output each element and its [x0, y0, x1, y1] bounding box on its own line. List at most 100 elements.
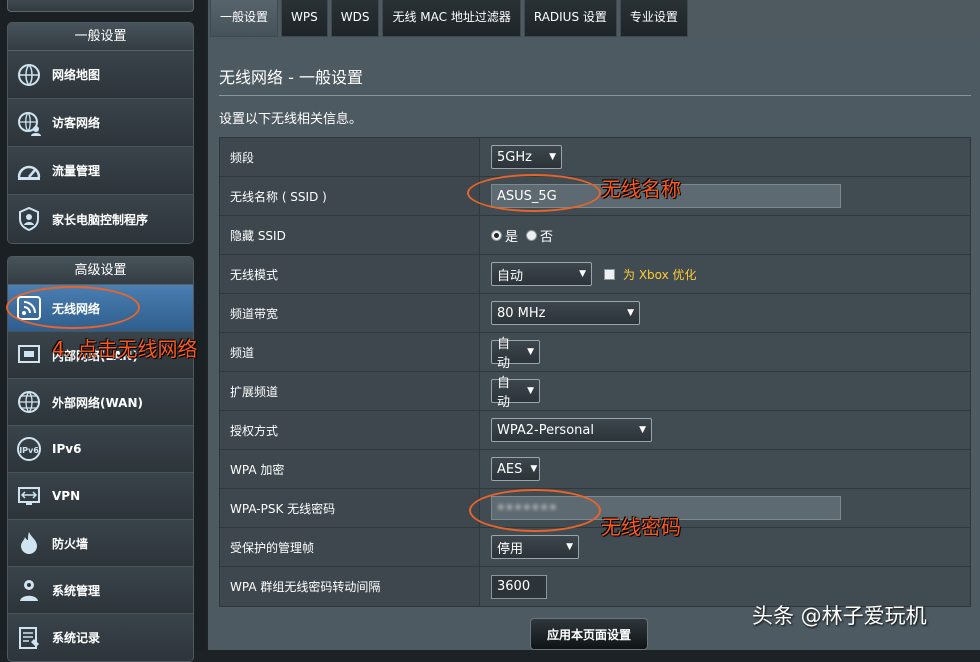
sidebar-item-firewall[interactable]: 防火墙	[8, 520, 193, 567]
firewall-icon	[16, 530, 42, 556]
sidebar-item-label: 家长电脑控制程序	[52, 212, 149, 227]
xbox-optimize-label: 为 Xbox 优化	[623, 267, 697, 282]
ext-channel-label: 扩展频道	[220, 372, 480, 410]
sidebar-item-ipv6[interactable]: IPv6 IPv6	[8, 426, 193, 473]
chevron-down-icon: ▼	[549, 152, 556, 162]
ssid-label: 无线名称 ( SSID )	[220, 177, 480, 215]
psk-label: WPA-PSK 无线密码	[220, 489, 480, 527]
main-panel: 一般设置 WPS WDS 无线 MAC 地址过滤器 RADIUS 设置 专业设置…	[208, 0, 980, 650]
sidebar-item-system-admin[interactable]: 系统管理	[8, 567, 193, 614]
sidebar-item-parental-control[interactable]: 家长电脑控制程序	[8, 195, 193, 243]
chevron-down-icon: ▼	[527, 347, 534, 357]
pmf-select[interactable]: 停用 ▼	[491, 535, 579, 559]
password-annotation: 无线密码	[601, 515, 681, 539]
ext-channel-value: 自动	[497, 376, 511, 410]
rekey-interval-input[interactable]: 3600	[491, 574, 547, 599]
bandwidth-label: 频道带宽	[220, 294, 480, 332]
table-row: 无线模式 自动 ▼ 为 Xbox 优化	[220, 255, 970, 294]
password-highlight-ellipse	[469, 489, 601, 532]
band-select[interactable]: 5GHz ▼	[491, 145, 562, 169]
wpa-encryption-value: AES	[497, 461, 523, 477]
vpn-icon	[16, 483, 42, 509]
table-row: WPA 加密 AES ▼	[220, 450, 970, 489]
chevron-down-icon: ▼	[639, 425, 646, 435]
tab-professional[interactable]: 专业设置	[619, 0, 688, 37]
chevron-down-icon: ▼	[527, 386, 534, 396]
tab-mac-filter[interactable]: 无线 MAC 地址过滤器	[382, 0, 521, 37]
svg-text:IPv6: IPv6	[19, 446, 39, 455]
content-area: 无线网络 - 一般设置 设置以下无线相关信息。 频段 5GHz ▼ 无线名称 ( …	[210, 37, 980, 650]
step-annotation: 4. 点击无线网络	[52, 337, 198, 361]
sidebar-item-system-log[interactable]: 系统记录	[8, 614, 193, 661]
lan-icon	[16, 342, 42, 368]
ssid-highlight-ellipse	[467, 174, 601, 212]
sidebar-item-label: 外部网络(WAN)	[52, 395, 143, 410]
sidebar-item-label: 网络地图	[52, 68, 101, 82]
sidebar-item-label: 访客网络	[52, 116, 101, 130]
sidebar-item-label: VPN	[52, 489, 81, 503]
radio-label: 否	[540, 229, 554, 245]
system-admin-icon	[16, 577, 42, 603]
tab-radius[interactable]: RADIUS 设置	[523, 0, 617, 37]
sidebar-item-wan[interactable]: 外部网络(WAN)	[8, 379, 193, 426]
wireless-mode-select[interactable]: 自动 ▼	[491, 262, 592, 286]
chevron-down-icon: ▼	[566, 542, 573, 552]
wpa-encryption-label: WPA 加密	[220, 450, 480, 488]
sidebar-top-tab[interactable]	[7, 0, 194, 12]
table-row: 扩展频道 自动 ▼	[220, 372, 970, 411]
radio-unchecked-icon	[526, 229, 538, 241]
wan-globe-icon	[16, 389, 42, 415]
hide-ssid-no-radio[interactable]: 否	[526, 226, 553, 245]
sidebar-item-vpn[interactable]: VPN	[8, 473, 193, 520]
wireless-mode-value: 自动	[497, 268, 524, 284]
system-log-icon	[16, 625, 42, 651]
tab-wds[interactable]: WDS	[330, 0, 380, 37]
table-row: 隐藏 SSID 是 否	[220, 216, 970, 255]
wireless-mode-label: 无线模式	[220, 255, 480, 293]
channel-value: 自动	[497, 337, 511, 371]
sidebar-item-label: IPv6	[52, 442, 82, 456]
sidebar-item-traffic-manager[interactable]: 流量管理	[8, 147, 193, 195]
general-settings-title: 一般设置	[8, 23, 193, 51]
advanced-settings-title: 高级设置	[8, 257, 193, 285]
xbox-optimize-checkbox[interactable]	[604, 268, 615, 280]
chevron-down-icon: ▼	[579, 269, 586, 279]
tab-wps[interactable]: WPS	[281, 0, 328, 37]
sidebar-item-label: 防火墙	[52, 536, 89, 551]
auth-method-label: 授权方式	[220, 411, 480, 449]
pmf-value: 停用	[497, 541, 524, 557]
tab-bar: 一般设置 WPS WDS 无线 MAC 地址过滤器 RADIUS 设置 专业设置	[210, 0, 691, 37]
table-row: 频段 5GHz ▼	[220, 138, 970, 177]
chevron-down-icon: ▼	[627, 308, 634, 318]
network-map-icon	[16, 62, 42, 88]
hide-ssid-label: 隐藏 SSID	[220, 216, 480, 254]
channel-select[interactable]: 自动 ▼	[491, 337, 540, 371]
wireless-highlight-ellipse	[6, 286, 140, 329]
apply-button[interactable]: 应用本页面设置	[530, 618, 648, 650]
ipv6-icon: IPv6	[16, 436, 42, 462]
radio-checked-icon	[491, 229, 502, 241]
ssid-annotation: 无线名称	[601, 177, 681, 201]
bandwidth-value: 80 MHz	[497, 305, 546, 321]
hide-ssid-yes-radio[interactable]: 是	[491, 226, 518, 245]
ext-channel-select[interactable]: 自动 ▼	[491, 376, 540, 410]
band-label: 频段	[220, 138, 480, 176]
tab-general[interactable]: 一般设置	[210, 0, 279, 37]
sidebar-item-label: 流量管理	[52, 164, 101, 178]
parental-control-icon	[16, 206, 42, 232]
general-settings-group: 一般设置 网络地图 访客网络 流量管理 家长电脑控制程序	[7, 22, 194, 244]
table-row: 受保护的管理帧 停用 ▼	[220, 528, 970, 567]
page-description: 设置以下无线相关信息。	[219, 112, 363, 127]
sidebar-item-label: 系统记录	[52, 631, 101, 645]
auth-method-select[interactable]: WPA2-Personal ▼	[491, 418, 652, 442]
rekey-interval-label: WPA 群组无线密码转动间隔	[220, 567, 480, 606]
sidebar-item-guest-network[interactable]: 访客网络	[8, 99, 193, 147]
watermark: 头条 @林子爱玩机	[752, 604, 927, 628]
bandwidth-select[interactable]: 80 MHz ▼	[491, 301, 640, 325]
wpa-encryption-select[interactable]: AES ▼	[491, 457, 540, 481]
sidebar-item-label: 系统管理	[52, 583, 101, 598]
table-row: 频道带宽 80 MHz ▼	[220, 294, 970, 333]
table-row: 授权方式 WPA2-Personal ▼	[220, 411, 970, 450]
sidebar-item-network-map[interactable]: 网络地图	[8, 51, 193, 99]
chevron-down-icon: ▼	[530, 464, 538, 474]
